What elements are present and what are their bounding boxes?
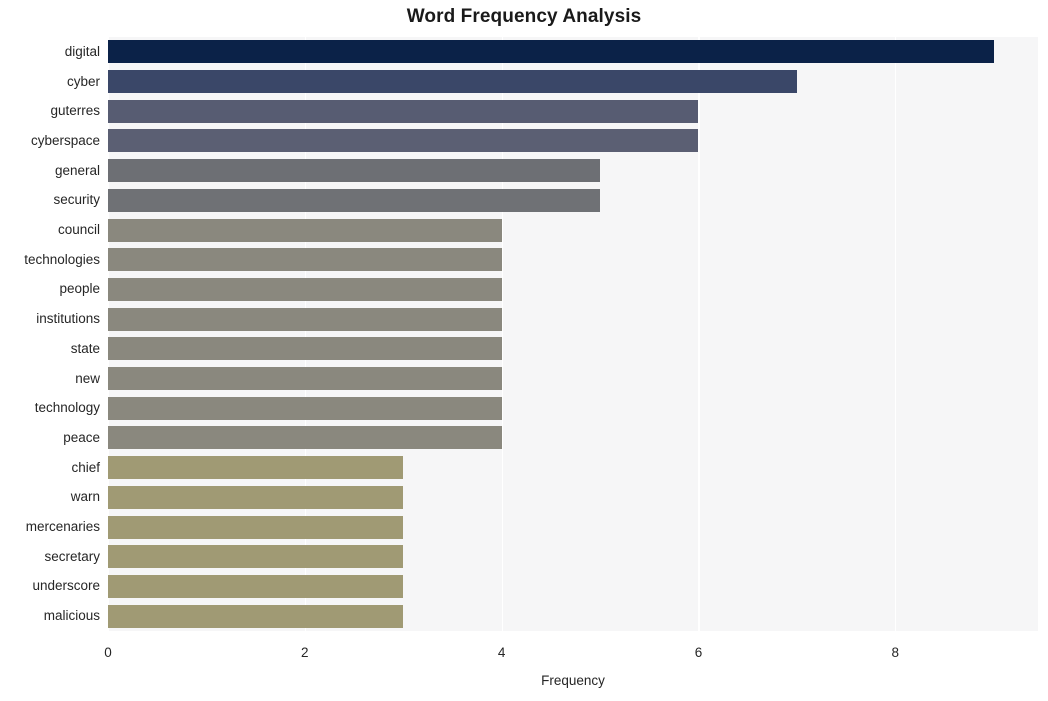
y-tick-label-security: security (53, 192, 100, 208)
bar-mercenaries (108, 515, 404, 539)
bar-malicious (108, 604, 404, 628)
x-tick-label-8: 8 (891, 645, 900, 660)
y-tick-label-malicious: malicious (43, 608, 100, 624)
bar-state (108, 337, 502, 361)
x-tick-label-6: 6 (694, 645, 703, 660)
bar-fill (108, 396, 502, 420)
x-tick-label-2: 2 (301, 645, 309, 660)
y-tick-label-institutions: institutions (36, 311, 100, 327)
y-tick-label-council: council (57, 222, 100, 238)
bar-fill (108, 545, 404, 569)
y-tick-label-mercenaries: mercenaries (25, 519, 100, 535)
y-tick-label-guterres: guterres (50, 103, 100, 119)
bar-series (108, 37, 1038, 631)
y-tick-label-underscore: underscore (32, 578, 100, 594)
y-tick-label-cyber: cyber (66, 73, 100, 89)
bar-digital (108, 40, 994, 64)
bar-peace (108, 426, 502, 450)
bar-fill (108, 604, 404, 628)
bar-warn (108, 485, 404, 509)
bar-fill (108, 515, 404, 539)
bar-technology (108, 396, 502, 420)
y-tick-label-chief: chief (71, 459, 100, 475)
x-axis-tick-labels: 0 2 4 6 8 (0, 645, 1048, 665)
bar-fill (108, 188, 601, 212)
bar-technologies (108, 248, 502, 272)
x-tick-label-0: 0 (104, 645, 112, 660)
bar-fill (108, 574, 404, 598)
bar-fill (108, 40, 994, 64)
bar-fill (108, 218, 502, 242)
bar-fill (108, 485, 404, 509)
plot-area (108, 37, 1038, 631)
bar-underscore (108, 574, 404, 598)
y-tick-label-secretary: secretary (44, 548, 100, 564)
bar-fill (108, 367, 502, 391)
bar-new (108, 367, 502, 391)
y-tick-label-peace: peace (63, 429, 100, 445)
bar-council (108, 218, 502, 242)
bar-chief (108, 456, 404, 480)
bar-general (108, 159, 601, 183)
y-tick-label-technologies: technologies (24, 251, 100, 267)
word-frequency-chart-figure: Word Frequency Analysis digital cyber gute… (0, 0, 1048, 701)
bar-cyberspace (108, 129, 699, 153)
bar-fill (108, 159, 601, 183)
bar-cyber (108, 70, 797, 94)
bar-security (108, 188, 601, 212)
bar-guterres (108, 99, 699, 123)
bar-secretary (108, 545, 404, 569)
x-tick-label-4: 4 (497, 645, 506, 660)
y-tick-label-cyberspace: cyberspace (30, 132, 100, 148)
bar-fill (108, 99, 699, 123)
bar-fill (108, 277, 502, 301)
bar-fill (108, 456, 404, 480)
bar-fill (108, 307, 502, 331)
y-tick-label-people: people (59, 281, 100, 297)
bar-fill (108, 129, 699, 153)
y-tick-label-warn: warn (70, 489, 100, 505)
bar-fill (108, 426, 502, 450)
bar-people (108, 277, 502, 301)
chart-title: Word Frequency Analysis (406, 6, 642, 27)
bar-fill (108, 337, 502, 361)
y-tick-label-technology: technology (34, 400, 100, 416)
y-tick-label-digital: digital (64, 43, 100, 59)
y-tick-label-state: state (70, 340, 100, 356)
bar-institutions (108, 307, 502, 331)
y-tick-label-general: general (54, 162, 100, 178)
y-tick-label-new: new (75, 370, 100, 386)
x-axis-title: Frequency (541, 673, 605, 688)
bar-fill (108, 248, 502, 272)
y-axis-tick-labels: digital cyber guterres cyberspace general sec… (0, 37, 100, 631)
bar-fill (108, 70, 797, 94)
